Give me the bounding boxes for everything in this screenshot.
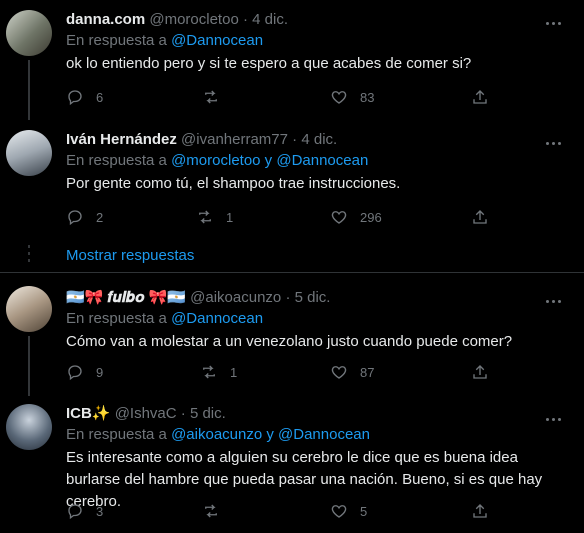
reply-prefix: En respuesta a: [66, 152, 167, 169]
reply-prefix: En respuesta a: [66, 32, 167, 49]
like-count: 87: [360, 364, 375, 380]
reply-count: 3: [96, 503, 104, 519]
thread-line: [28, 60, 30, 120]
timestamp[interactable]: 4 dic.: [301, 131, 337, 148]
like-button[interactable]: 83: [330, 88, 374, 106]
share-icon: [473, 365, 487, 379]
display-name[interactable]: danna.com: [66, 11, 145, 28]
share-button[interactable]: [471, 363, 489, 381]
share-icon: [473, 90, 487, 104]
tweet-3[interactable]: 🇦🇷🎀 𝒇𝒖𝒍𝒃𝒐 🎀🇦🇷 @aikoacunzo · 5 dic. En re…: [0, 278, 584, 396]
handle[interactable]: @ivanherram77: [181, 131, 288, 148]
reply-icon: [68, 210, 82, 226]
retweet-count: 1: [230, 364, 238, 380]
display-name[interactable]: ICB✨: [66, 405, 111, 422]
like-count: 296: [360, 209, 382, 225]
retweet-button[interactable]: 1: [196, 208, 233, 226]
share-icon: [473, 210, 487, 224]
reply-to-link[interactable]: @Dannocean: [171, 32, 263, 49]
separator: ·: [285, 289, 291, 306]
avatar[interactable]: [6, 286, 52, 332]
share-button[interactable]: [471, 88, 489, 106]
separator: ·: [242, 11, 248, 28]
more-options-icon[interactable]: [546, 12, 566, 25]
retweet-button[interactable]: 1: [200, 363, 237, 381]
timestamp[interactable]: 4 dic.: [252, 11, 288, 28]
retweet-icon: [203, 365, 215, 379]
like-button[interactable]: 87: [330, 363, 374, 381]
thread-dots: [28, 245, 30, 265]
reply-button[interactable]: 6: [66, 88, 103, 106]
avatar[interactable]: [6, 130, 52, 176]
heart-icon: [331, 366, 347, 379]
like-button[interactable]: 5: [330, 502, 367, 520]
reply-button[interactable]: 2: [66, 208, 103, 226]
divider: [0, 272, 584, 273]
more-options-icon[interactable]: [546, 290, 566, 303]
timestamp[interactable]: 5 dic.: [190, 405, 226, 422]
handle[interactable]: @aikoacunzo: [190, 289, 281, 306]
handle[interactable]: @morocletoo: [149, 11, 238, 28]
tweet-text: Cómo van a molestar a un venezolano just…: [66, 333, 513, 350]
reply-button[interactable]: 3: [66, 502, 103, 520]
heart-icon: [331, 211, 347, 224]
timestamp[interactable]: 5 dic.: [295, 289, 331, 306]
reply-to-link[interactable]: @aikoacunzo y @Dannocean: [171, 426, 370, 443]
separator: ·: [292, 131, 298, 148]
share-button[interactable]: [471, 502, 489, 520]
display-name[interactable]: Iván Hernández: [66, 131, 177, 148]
tweet-text: Por gente como tú, el shampoo trae instr…: [66, 175, 401, 192]
retweet-button[interactable]: [202, 502, 232, 520]
tweet-1[interactable]: danna.com @morocletoo · 4 dic. En respue…: [0, 0, 584, 120]
heart-icon: [331, 91, 347, 104]
share-button[interactable]: [471, 208, 489, 226]
reply-icon: [68, 504, 82, 520]
reply-count: 6: [96, 89, 104, 105]
separator: ·: [180, 405, 186, 422]
like-button[interactable]: 296: [330, 208, 382, 226]
tweet-4[interactable]: ICB✨ @IshvaC · 5 dic. En respuesta a @ai…: [0, 396, 584, 533]
handle[interactable]: @IshvaC: [115, 405, 177, 422]
like-count: 83: [360, 89, 375, 105]
reply-prefix: En respuesta a: [66, 310, 167, 327]
avatar[interactable]: [6, 10, 52, 56]
more-options-icon[interactable]: [546, 132, 566, 145]
reply-count: 2: [96, 209, 104, 225]
display-name[interactable]: 🇦🇷🎀 𝒇𝒖𝒍𝒃𝒐 🎀🇦🇷: [66, 289, 186, 306]
avatar[interactable]: [6, 404, 52, 450]
tweet-text: ok lo entiendo pero y si te espero a que…: [66, 55, 472, 72]
more-options-icon[interactable]: [546, 408, 566, 421]
retweet-icon: [205, 504, 217, 518]
like-count: 5: [360, 503, 368, 519]
reply-to-link[interactable]: @Dannocean: [171, 310, 263, 327]
retweet-icon: [199, 210, 211, 224]
tweet-2[interactable]: Iván Hernández @ivanherram77 · 4 dic. En…: [0, 120, 584, 240]
reply-count: 9: [96, 364, 104, 380]
retweet-button[interactable]: [202, 88, 232, 106]
share-icon: [473, 504, 487, 518]
reply-button[interactable]: 9: [66, 363, 103, 381]
retweet-count: 1: [226, 209, 234, 225]
show-replies-link[interactable]: Mostrar respuestas: [66, 247, 194, 264]
reply-icon: [68, 365, 82, 381]
retweet-icon: [205, 90, 217, 104]
reply-prefix: En respuesta a: [66, 426, 167, 443]
thread-line: [28, 336, 30, 396]
heart-icon: [331, 505, 347, 518]
reply-icon: [68, 90, 82, 106]
reply-to-link[interactable]: @morocletoo y @Dannocean: [171, 152, 368, 169]
